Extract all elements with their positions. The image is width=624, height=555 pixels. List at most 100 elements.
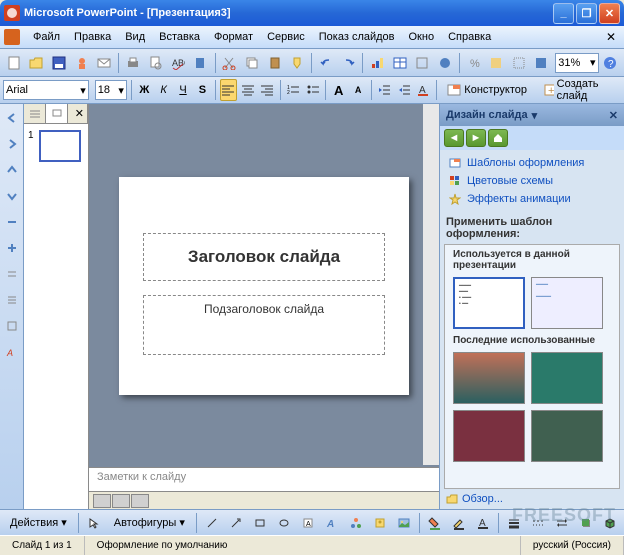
- designer-button[interactable]: Конструктор: [440, 79, 534, 101]
- align-center-button[interactable]: [239, 79, 256, 101]
- template-thumb[interactable]: [453, 410, 525, 462]
- align-right-button[interactable]: [258, 79, 275, 101]
- template-thumb[interactable]: [531, 352, 603, 404]
- color-button[interactable]: [531, 52, 553, 74]
- copy-button[interactable]: [241, 52, 263, 74]
- decrease-font-button[interactable]: A: [349, 79, 366, 101]
- nav-forward-button[interactable]: ►: [466, 129, 486, 147]
- select-button[interactable]: [83, 512, 105, 534]
- line-button[interactable]: [201, 512, 223, 534]
- show-formatting-button[interactable]: [485, 52, 507, 74]
- grid-button[interactable]: [508, 52, 530, 74]
- menu-window[interactable]: Окно: [402, 29, 442, 45]
- redo-button[interactable]: [338, 52, 360, 74]
- design-templates-link[interactable]: Шаблоны оформления: [448, 154, 616, 172]
- align-left-button[interactable]: [220, 79, 237, 101]
- menu-insert[interactable]: Вставка: [152, 29, 207, 45]
- minimize-button[interactable]: _: [553, 3, 574, 24]
- actions-menu[interactable]: Действия ▾: [3, 512, 74, 534]
- expand-icon[interactable]: [2, 238, 22, 258]
- maximize-button[interactable]: ❐: [576, 3, 597, 24]
- outline-tab[interactable]: [24, 104, 46, 123]
- spelling-button[interactable]: ABC: [167, 52, 189, 74]
- menu-file[interactable]: Файл: [26, 29, 67, 45]
- tables-borders-button[interactable]: [412, 52, 434, 74]
- arrow-left-icon[interactable]: [2, 108, 22, 128]
- paste-button[interactable]: [264, 52, 286, 74]
- wordart-button[interactable]: A: [321, 512, 343, 534]
- slideshow-view-button[interactable]: [131, 494, 149, 508]
- preview-button[interactable]: [145, 52, 167, 74]
- normal-view-button[interactable]: [93, 494, 111, 508]
- color-schemes-link[interactable]: Цветовые схемы: [448, 172, 616, 190]
- open-button[interactable]: [26, 52, 48, 74]
- menu-view[interactable]: Вид: [118, 29, 152, 45]
- expand-button[interactable]: %: [463, 52, 485, 74]
- italic-button[interactable]: К: [155, 79, 172, 101]
- templates-list[interactable]: Используется в данной презентации ━━━━━━…: [444, 244, 620, 489]
- slides-tab[interactable]: [46, 104, 68, 123]
- close-button[interactable]: ✕: [599, 3, 620, 24]
- template-thumb[interactable]: [453, 352, 525, 404]
- taskpane-close-button[interactable]: ✕: [609, 109, 618, 122]
- slide-canvas[interactable]: Заголовок слайда Подзаголовок слайда: [89, 104, 439, 467]
- font-combo[interactable]: Arial▾: [3, 80, 89, 100]
- slide-title-placeholder[interactable]: Заголовок слайда: [143, 233, 385, 281]
- sorter-view-button[interactable]: [112, 494, 130, 508]
- font-color-button[interactable]: A: [414, 79, 431, 101]
- arrow-button[interactable]: [225, 512, 247, 534]
- font-color-button-2[interactable]: A: [472, 512, 494, 534]
- decrease-indent-button[interactable]: [376, 79, 393, 101]
- doc-close-button[interactable]: ✕: [602, 30, 620, 44]
- menu-tools[interactable]: Сервис: [260, 29, 312, 45]
- print-button[interactable]: [122, 52, 144, 74]
- collapse-all-icon[interactable]: [2, 264, 22, 284]
- textbox-button[interactable]: A: [297, 512, 319, 534]
- email-button[interactable]: [94, 52, 116, 74]
- diagram-button[interactable]: [345, 512, 367, 534]
- notes-pane[interactable]: Заметки к слайду: [89, 467, 439, 491]
- increase-font-button[interactable]: A: [330, 79, 347, 101]
- menu-format[interactable]: Формат: [207, 29, 260, 45]
- line-color-button[interactable]: [448, 512, 470, 534]
- undo-button[interactable]: [315, 52, 337, 74]
- menu-help[interactable]: Справка: [441, 29, 498, 45]
- clipart-button[interactable]: [369, 512, 391, 534]
- slide-subtitle-placeholder[interactable]: Подзаголовок слайда: [143, 295, 385, 355]
- hyperlink-button[interactable]: [434, 52, 456, 74]
- research-button[interactable]: [190, 52, 212, 74]
- animation-link[interactable]: Эффекты анимации: [448, 190, 616, 208]
- permission-button[interactable]: [71, 52, 93, 74]
- zoom-combo[interactable]: 31%▾: [555, 53, 598, 73]
- menu-slideshow[interactable]: Показ слайдов: [312, 29, 402, 45]
- collapse-icon[interactable]: [2, 212, 22, 232]
- bold-button[interactable]: Ж: [136, 79, 153, 101]
- vertical-scrollbar[interactable]: [423, 104, 439, 465]
- slide-thumbnail[interactable]: 1: [28, 130, 84, 162]
- nav-home-button[interactable]: [488, 129, 508, 147]
- rectangle-button[interactable]: [249, 512, 271, 534]
- chart-button[interactable]: [366, 52, 388, 74]
- arrow-down-icon[interactable]: [2, 186, 22, 206]
- template-thumb[interactable]: ━━━━━━━• ━━━• ━━: [453, 277, 525, 329]
- bullets-button[interactable]: [304, 79, 321, 101]
- cut-button[interactable]: [219, 52, 241, 74]
- template-thumb[interactable]: [531, 410, 603, 462]
- shadow-button[interactable]: S: [194, 79, 211, 101]
- oval-button[interactable]: [273, 512, 295, 534]
- tab-close-button[interactable]: ✕: [68, 104, 88, 123]
- table-button[interactable]: [389, 52, 411, 74]
- font-size-combo[interactable]: 18▾: [95, 80, 127, 100]
- nav-back-button[interactable]: ◄: [444, 129, 464, 147]
- arrow-up-icon[interactable]: [2, 160, 22, 180]
- increase-indent-button[interactable]: [395, 79, 412, 101]
- underline-button[interactable]: Ч: [174, 79, 191, 101]
- autoshapes-menu[interactable]: Автофигуры ▾: [107, 512, 192, 534]
- expand-all-icon[interactable]: [2, 290, 22, 310]
- app-icon[interactable]: [4, 29, 20, 45]
- menu-edit[interactable]: Правка: [67, 29, 118, 45]
- summary-icon[interactable]: [2, 316, 22, 336]
- save-button[interactable]: [48, 52, 70, 74]
- fill-color-button[interactable]: [424, 512, 446, 534]
- new-slide-button[interactable]: +Создать слайд: [536, 79, 621, 101]
